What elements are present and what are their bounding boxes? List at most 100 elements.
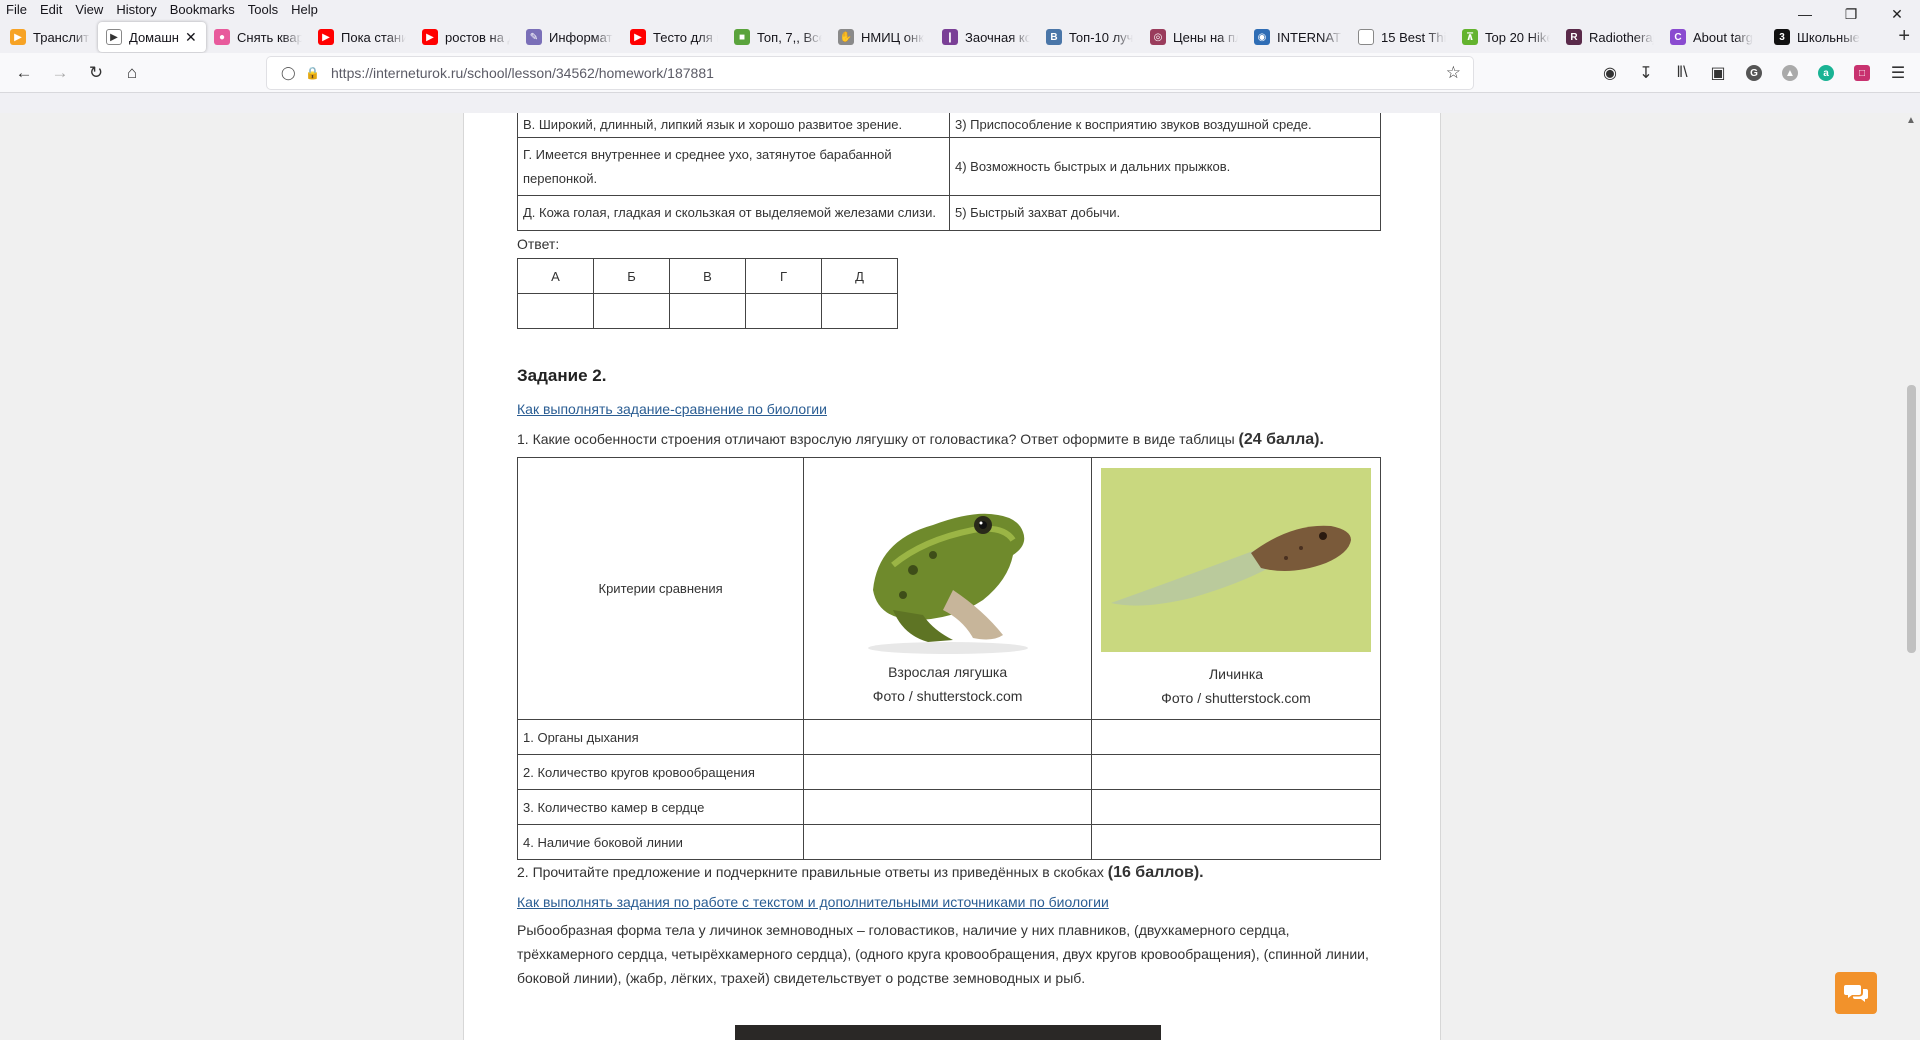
- larva-answer-2[interactable]: [1091, 754, 1381, 790]
- hamburger-menu-icon[interactable]: ☰: [1880, 63, 1916, 83]
- adult-answer-1[interactable]: [803, 719, 1093, 755]
- sidebar-icon[interactable]: ▣: [1700, 63, 1736, 83]
- question-2-points: (16 баллов).: [1107, 864, 1204, 881]
- tab-favicon-icon: ▶: [10, 29, 26, 45]
- browser-tab[interactable]: C About targ: [1662, 22, 1766, 52]
- adult-frog-image: [867, 513, 1028, 654]
- tab-favicon-icon: ▶: [422, 29, 438, 45]
- browser-tab[interactable]: ✋ НМИЦ онк: [830, 22, 934, 52]
- tab-favicon-icon: В: [1046, 29, 1062, 45]
- tab-label: 15 Best Things t: [1381, 29, 1446, 45]
- url-text[interactable]: https://interneturok.ru/school/lesson/34…: [331, 65, 714, 81]
- extension-a-icon[interactable]: a: [1818, 65, 1834, 81]
- browser-tab[interactable]: 3 Школьные: [1766, 22, 1876, 52]
- browser-tab[interactable]: В Топ-10 луч: [1038, 22, 1142, 52]
- table-row: 1. Органы дыхания: [516, 719, 1381, 755]
- next-photo-edge: [735, 1025, 1161, 1040]
- forward-arrow-icon[interactable]: →: [44, 57, 76, 89]
- tab-close-icon[interactable]: ✕: [185, 29, 197, 46]
- larva-answer-3[interactable]: [1091, 789, 1381, 825]
- browser-tab[interactable]: ◉ INTERNATIC: [1246, 22, 1350, 52]
- tab-favicon-icon: ⊼: [1462, 29, 1478, 45]
- matching-section: В. Широкий, длинный, липкий язык и хорош…: [517, 113, 1381, 329]
- larva-answer-4[interactable]: [1091, 824, 1381, 860]
- menu-help[interactable]: Help: [285, 0, 325, 19]
- reload-icon[interactable]: ↻: [80, 57, 112, 89]
- menu-edit[interactable]: Edit: [34, 0, 69, 19]
- page-viewport: В. Широкий, длинный, липкий язык и хорош…: [0, 113, 1920, 1040]
- fill-in-paragraph: Рыбообразная форма тела у личинок земнов…: [517, 922, 1369, 986]
- browser-tab[interactable]: ❙ Заочная ко: [934, 22, 1038, 52]
- download-icon[interactable]: ↧: [1628, 63, 1664, 83]
- extension-grey-icon[interactable]: ▲: [1782, 65, 1798, 81]
- back-arrow-icon[interactable]: ←: [8, 57, 40, 89]
- menu-history[interactable]: History: [110, 0, 163, 19]
- tab-favicon-icon: C: [1670, 29, 1686, 45]
- tadpole-cell: Личинка Фото / shutterstock.com: [1091, 457, 1381, 720]
- menu-bar: File Edit View History Bookmarks Tools H…: [0, 0, 1920, 22]
- browser-tab[interactable]: ■ Топ, 7,, Все: [726, 22, 830, 52]
- tab-favicon-icon: ✋: [838, 29, 854, 45]
- chat-button[interactable]: [1835, 972, 1877, 1014]
- browser-tab[interactable]: ▶ Пока стани: [310, 22, 414, 52]
- match-left-g: Г. Имеется внутреннее и среднее ухо, зат…: [517, 137, 950, 196]
- new-tab-icon[interactable]: +: [1898, 25, 1910, 48]
- criteria-header: Критерии сравнения: [516, 457, 805, 720]
- menu-file[interactable]: File: [0, 0, 34, 19]
- extension-pink-icon[interactable]: □: [1854, 65, 1870, 81]
- table-row: 2. Количество кругов кровообращения: [516, 754, 1381, 790]
- matching-table: В. Широкий, длинный, липкий язык и хорош…: [517, 113, 1381, 231]
- tab-label: Заочная ко: [965, 29, 1030, 45]
- lock-icon[interactable]: 🔒: [305, 66, 320, 80]
- browser-tab[interactable]: ▶ Домашн ✕: [98, 22, 206, 52]
- browser-tab[interactable]: ▶ Транслит п: [2, 22, 98, 52]
- answer-cell-b[interactable]: [593, 293, 670, 329]
- pocket-icon[interactable]: ◉: [1592, 63, 1628, 83]
- browser-tab[interactable]: ▶ ростов на д: [414, 22, 518, 52]
- tab-favicon-icon: ◉: [1254, 29, 1270, 45]
- tab-label: Пока стани: [341, 29, 406, 45]
- browser-tab[interactable]: ◎ Цены на пл: [1142, 22, 1246, 52]
- browser-tab[interactable]: ● Снять квар: [206, 22, 310, 52]
- adult-answer-4[interactable]: [803, 824, 1093, 860]
- menu-view[interactable]: View: [69, 0, 110, 19]
- library-icon[interactable]: ‖\: [1664, 64, 1700, 82]
- adult-answer-2[interactable]: [803, 754, 1093, 790]
- tab-label: Снять квар: [237, 29, 302, 45]
- tab-label: About targ: [1693, 29, 1753, 45]
- menu-tools[interactable]: Tools: [242, 0, 285, 19]
- larva-answer-1[interactable]: [1091, 719, 1381, 755]
- tab-favicon-icon: ❙: [942, 29, 958, 45]
- answer-cell-v[interactable]: [669, 293, 746, 329]
- scrollbar-thumb[interactable]: [1907, 385, 1916, 653]
- browser-tab[interactable]: ▶ Тесто для п: [622, 22, 726, 52]
- tab-label: НМИЦ онк: [861, 29, 924, 45]
- tab-favicon-icon: ■: [734, 29, 750, 45]
- scroll-up-icon[interactable]: ▲: [1906, 115, 1916, 126]
- match-right-4: 4) Возможность быстрых и дальних прыжков…: [949, 137, 1381, 196]
- menu-bookmarks[interactable]: Bookmarks: [164, 0, 242, 19]
- address-bar[interactable]: ◯ 🔒 https://interneturok.ru/school/lesso…: [267, 57, 1473, 89]
- home-icon[interactable]: ⌂: [116, 57, 148, 89]
- tab-label: Транслит п: [33, 29, 90, 45]
- browser-tab[interactable]: 15 Best Things t: [1350, 22, 1454, 52]
- browser-tab[interactable]: R Radiotheraj: [1558, 22, 1662, 52]
- answer-cell-a[interactable]: [517, 293, 594, 329]
- bookmark-star-icon[interactable]: ☆: [1446, 63, 1461, 83]
- match-left-d: Д. Кожа голая, гладкая и скользкая от вы…: [517, 195, 950, 231]
- adult-answer-3[interactable]: [803, 789, 1093, 825]
- page-scrollbar[interactable]: ▲: [1903, 113, 1920, 1040]
- answer-cell-d[interactable]: [821, 293, 898, 329]
- tab-label: Тесто для п: [653, 29, 718, 45]
- answer-header-d: Д: [821, 258, 898, 294]
- answer-label: Ответ:: [517, 236, 560, 252]
- text-work-howto-link[interactable]: Как выполнять задания по работе с тексто…: [517, 894, 1109, 910]
- tab-label: Цены на пл: [1173, 29, 1238, 45]
- answer-cell-g[interactable]: [745, 293, 822, 329]
- lesson-page: В. Широкий, длинный, липкий язык и хорош…: [463, 113, 1441, 1040]
- browser-tab[interactable]: ⊼ Top 20 Hike: [1454, 22, 1558, 52]
- extension-g-icon[interactable]: G: [1746, 65, 1762, 81]
- comparison-howto-link[interactable]: Как выполнять задание-сравнение по биоло…: [517, 401, 827, 417]
- browser-tab[interactable]: ✎ Информат: [518, 22, 622, 52]
- tracking-shield-icon[interactable]: ◯: [281, 65, 296, 81]
